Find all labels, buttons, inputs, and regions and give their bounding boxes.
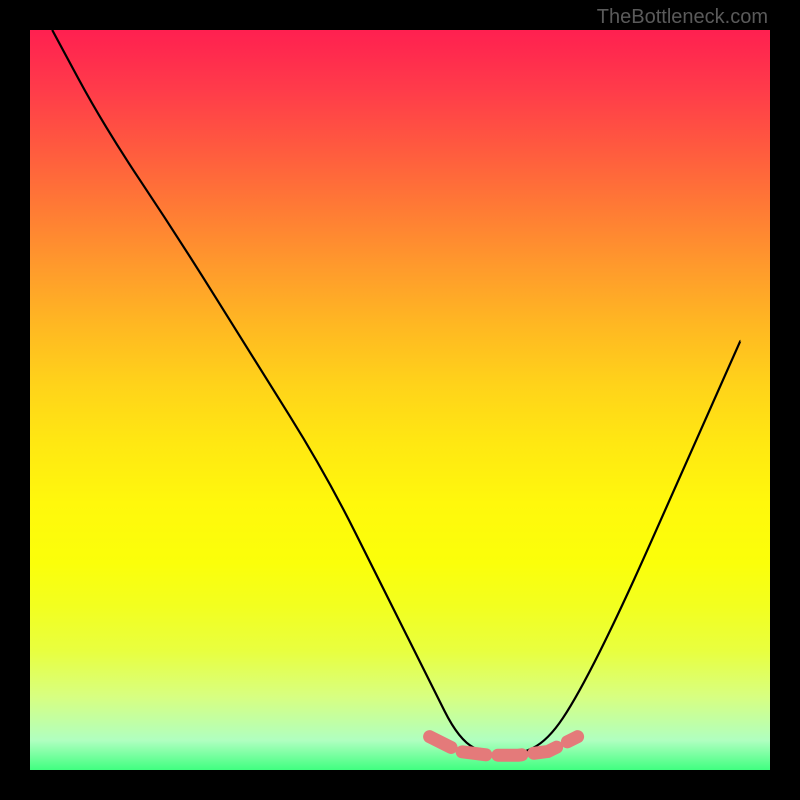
bottom-band-path (430, 737, 578, 756)
main-curve-path (52, 30, 740, 755)
plot-area (30, 30, 770, 770)
chart-container: TheBottleneck.com (0, 0, 800, 800)
curve-layer (30, 30, 770, 770)
watermark-text: TheBottleneck.com (597, 6, 768, 29)
